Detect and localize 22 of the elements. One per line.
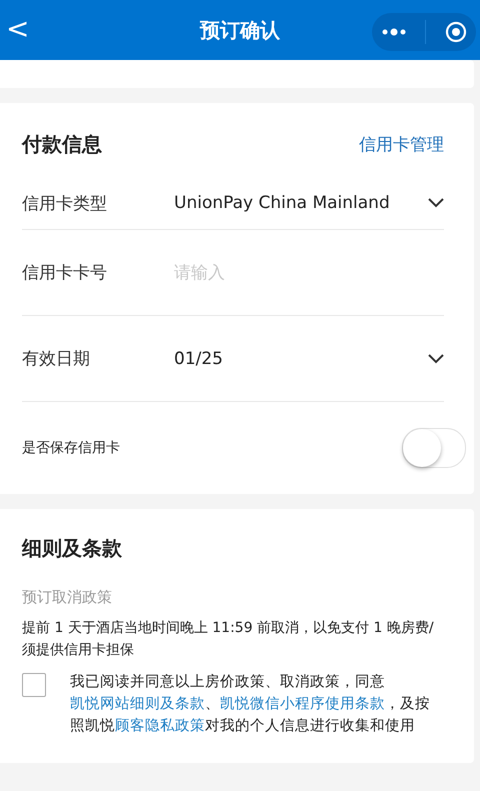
policy-label: 预订取消政策 [22, 588, 113, 607]
field-label: 是否保存信用卡 [22, 439, 120, 457]
chevron-down-icon [428, 354, 444, 364]
page-title: 预订确认 [200, 16, 280, 44]
card-management-link[interactable]: 信用卡管理 [359, 132, 444, 156]
terms-link[interactable]: 凯悦网站细则及条款 [70, 696, 205, 712]
terms-link[interactable]: 凯悦微信小程序使用条款 [220, 696, 385, 712]
back-button[interactable]: < [0, 12, 36, 45]
section-title: 付款信息 [22, 130, 102, 158]
field-label: 信用卡类型 [22, 192, 108, 214]
field-label: 信用卡卡号 [22, 262, 108, 284]
agreement-text: 我已阅读并同意以上房价政策、取消政策，同意 凯悦网站细则及条款、凯悦微信小程序使用条款，及按照凯悦顾客隐私政策对我的个人信息进行收集和使用 [70, 672, 431, 736]
chevron-down-icon [428, 198, 444, 208]
checkbox[interactable] [22, 673, 46, 697]
more-icon[interactable] [382, 28, 406, 36]
section-title: 细则及条款 [22, 535, 123, 562]
select-field[interactable]: UnionPay China Mainland [174, 193, 444, 213]
field-label: 有效日期 [22, 348, 91, 370]
policy-text: 提前 1 天于酒店当地时间晚上 11:59 前取消，以免支付 1 晚房费/须提供信用卡担保 [22, 619, 435, 660]
terms-link[interactable]: 顾客隐私政策 [115, 718, 205, 734]
select-field[interactable]: 01/25 [174, 348, 444, 368]
toggle-switch[interactable] [402, 428, 466, 468]
